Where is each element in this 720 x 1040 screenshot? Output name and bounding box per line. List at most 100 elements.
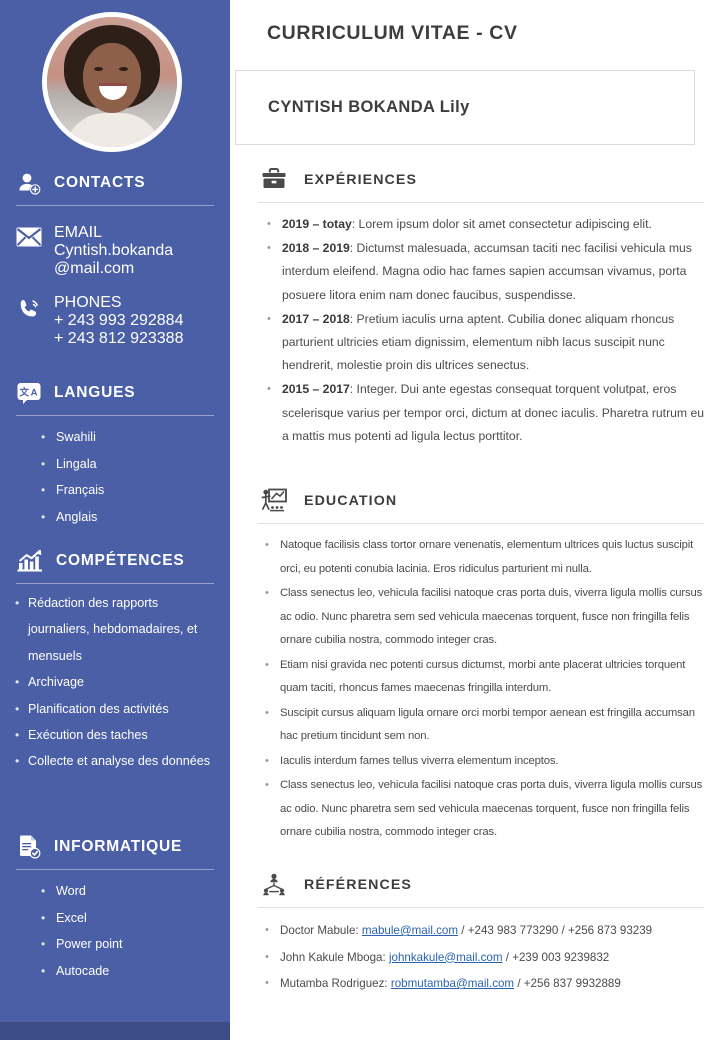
section-references: RÉFÉRENCES Doctor Mabule: mabule@mail.co… [230, 868, 720, 998]
contact-phones-label: PHONES [54, 294, 122, 311]
competences-list: Rédaction des rapports journaliers, hebd… [0, 590, 230, 775]
sidebar-section-title: INFORMATIQUE [54, 838, 183, 855]
list-item: Anglais [41, 504, 214, 531]
sidebar-section-title: LANGUES [54, 384, 136, 401]
exp-period: 2017 – 2018 [282, 311, 350, 326]
main-content: CURRICULUM VITAE - CV CYNTISH BOKANDA Li… [230, 0, 720, 1040]
list-item: Word [41, 878, 214, 905]
contact-email: EMAIL Cyntish.bokanda @mail.com [0, 224, 230, 278]
sidebar-section-competences: COMPÉTENCES Rédaction des rapports journ… [0, 546, 230, 775]
envelope-icon [16, 224, 42, 252]
ref-phones: / +256 837 9932889 [517, 977, 621, 990]
section-title: EDUCATION [304, 493, 398, 509]
list-item: 2019 – totay: Lorem ipsum dolor sit amet… [267, 213, 708, 236]
list-item: Class senectus leo, vehicula facilisi na… [265, 582, 708, 653]
list-item: Iaculis interdum fames tellus viverra el… [265, 750, 708, 774]
informatique-list: Word Excel Power point Autocade [0, 878, 230, 984]
exp-text: : Lorem ipsum dolor sit amet consectetur… [351, 217, 652, 231]
ref-name: Doctor Mabule: [280, 924, 359, 937]
contact-phones: PHONES + 243 993 292884 + 243 812 923388 [0, 294, 230, 348]
section-header: EXPÉRIENCES [230, 163, 720, 197]
list-item: Natoque facilisis class tortor ornare ve… [265, 534, 708, 581]
ref-email-link[interactable]: mabule@mail.com [362, 924, 458, 937]
divider [16, 415, 214, 416]
list-item: Suscipit cursus aliquam ligula ornare or… [265, 702, 708, 749]
section-experiences: EXPÉRIENCES 2019 – totay: Lorem ipsum do… [230, 163, 720, 449]
document-check-icon [16, 834, 42, 860]
divider [16, 205, 214, 206]
list-item: Français [41, 477, 214, 504]
sidebar-section-header: 文 A LANGUES [0, 378, 230, 408]
user-add-icon [16, 170, 42, 196]
list-item: Power point [41, 931, 214, 958]
ref-email-link[interactable]: johnkakule@mail.com [389, 951, 503, 964]
phone-icon [16, 294, 42, 326]
list-item: 2015 – 2017: Integer. Dui ante egestas c… [267, 378, 708, 448]
ref-name: Mutamba Rodriguez: [280, 977, 388, 990]
contact-email-text: EMAIL Cyntish.bokanda @mail.com [54, 224, 216, 278]
list-item: Rédaction des rapports journaliers, hebd… [15, 590, 212, 669]
sidebar-footer-bar [0, 1022, 230, 1040]
exp-period: 2015 – 2017 [282, 382, 350, 397]
cv-page: CONTACTS EMAIL Cyntish.bokanda @mail.com [0, 0, 720, 1040]
section-header: EDUCATION [230, 484, 720, 518]
list-item: Archivage [15, 669, 212, 696]
sidebar-section-title: COMPÉTENCES [56, 552, 185, 569]
divider [258, 523, 704, 524]
list-item: Lingala [41, 451, 214, 478]
education-list: Natoque facilisis class tortor ornare ve… [230, 534, 720, 845]
sidebar-section-header: INFORMATIQUE [0, 832, 230, 862]
contact-email-value[interactable]: Cyntish.bokanda @mail.com [54, 242, 216, 278]
list-item: Swahili [41, 424, 214, 451]
sidebar-section-header: COMPÉTENCES [0, 546, 230, 576]
section-title: RÉFÉRENCES [304, 877, 412, 893]
briefcase-icon [260, 166, 288, 194]
sidebar-section-informatique: INFORMATIQUE Word Excel Power point Auto… [0, 832, 230, 984]
ref-email-link[interactable]: robmutamba@mail.com [391, 977, 514, 990]
divider [16, 583, 214, 584]
list-item: Etiam nisi gravida nec potenti cursus di… [265, 654, 708, 701]
list-item: Mutamba Rodriguez: robmutamba@mail.com /… [265, 971, 708, 997]
svg-text:A: A [31, 388, 38, 399]
teacher-board-icon [260, 487, 288, 515]
references-list: Doctor Mabule: mabule@mail.com / +243 98… [230, 918, 720, 997]
divider [258, 202, 704, 203]
avatar-face [83, 43, 141, 113]
contact-phone-value-2[interactable]: + 243 812 923388 [54, 330, 216, 348]
list-item: Planification des activités [15, 696, 212, 723]
avatar-eye-left [94, 67, 103, 71]
avatar-eye-right [119, 67, 128, 71]
exp-period: 2019 – totay [282, 217, 352, 231]
contact-phones-text: PHONES + 243 993 292884 + 243 812 923388 [54, 294, 216, 348]
network-people-icon [260, 871, 288, 899]
list-item: Autocade [41, 958, 214, 985]
section-education: EDUCATION Natoque facilisis class tortor… [230, 484, 720, 846]
full-name: CYNTISH BOKANDA Lily [268, 98, 470, 116]
chart-growth-icon [16, 548, 44, 574]
section-header: RÉFÉRENCES [230, 868, 720, 902]
sidebar-section-header: CONTACTS [0, 168, 230, 198]
avatar [42, 12, 182, 152]
list-item: John Kakule Mboga: johnkakule@mail.com /… [265, 945, 708, 971]
list-item: 2017 – 2018: Pretium iaculis urna aptent… [267, 308, 708, 378]
translate-icon: 文 A [16, 380, 42, 406]
list-item: Collecte et analyse des données [15, 748, 212, 775]
list-item: 2018 – 2019: Dictumst malesuada, accumsa… [267, 237, 708, 307]
divider [16, 869, 214, 870]
experiences-list: 2019 – totay: Lorem ipsum dolor sit amet… [230, 213, 720, 448]
langues-list: Swahili Lingala Français Anglais [0, 424, 230, 530]
list-item: Class senectus leo, vehicula facilisi na… [265, 774, 708, 845]
divider [258, 907, 704, 908]
contact-phone-value-1[interactable]: + 243 993 292884 [54, 312, 216, 330]
contact-email-label: EMAIL [54, 224, 103, 241]
ref-name: John Kakule Mboga: [280, 950, 386, 964]
page-title: CURRICULUM VITAE - CV [267, 22, 518, 44]
list-item: Exécution des taches [15, 722, 212, 749]
sidebar-section-contacts: CONTACTS EMAIL Cyntish.bokanda @mail.com [0, 168, 230, 348]
section-title: EXPÉRIENCES [304, 172, 418, 188]
list-item: Doctor Mabule: mabule@mail.com / +243 98… [265, 918, 708, 944]
ref-phones: / +243 983 773290 / +256 873 93239 [461, 924, 653, 937]
list-item: Excel [41, 905, 214, 932]
ref-phones: / +239 003 9239832 [505, 950, 610, 964]
sidebar-section-langues: 文 A LANGUES Swahili Lingala Français Ang… [0, 378, 230, 530]
